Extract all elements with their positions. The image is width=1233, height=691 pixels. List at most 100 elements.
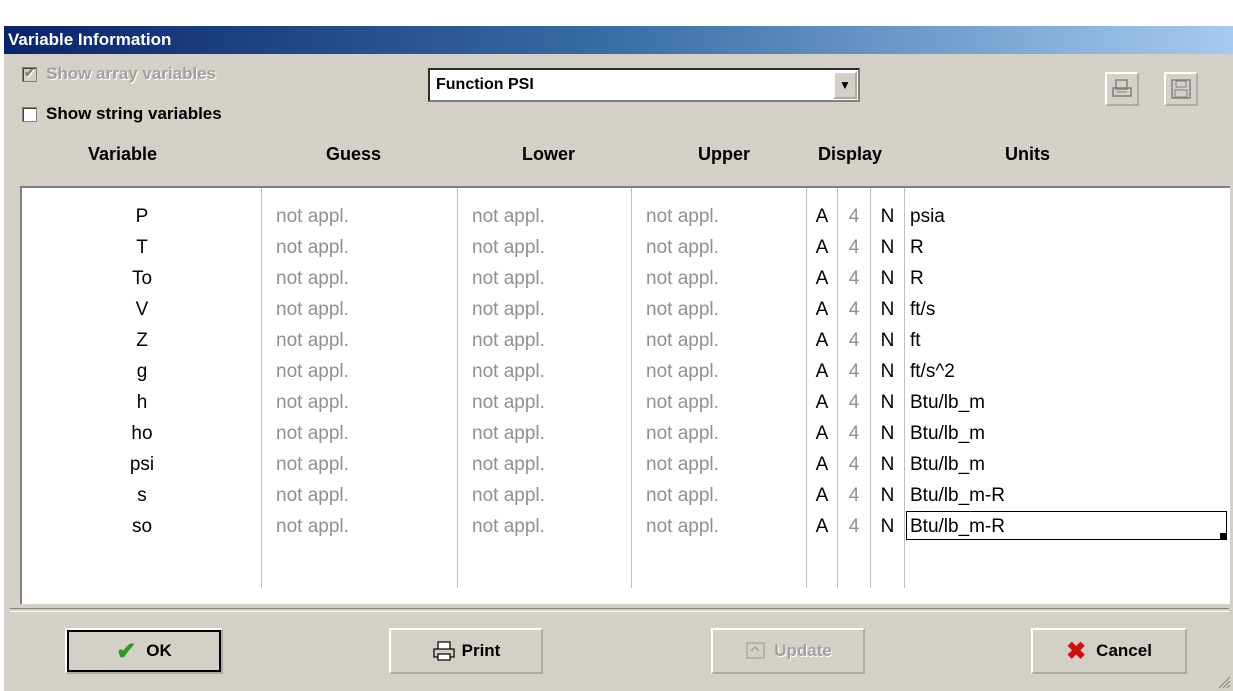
cell-guess[interactable]: not appl. (276, 387, 456, 418)
table-row[interactable]: ho not appl. not appl. not appl. A 4 N Btu/lb_m (22, 418, 1228, 449)
cell-display-units-flag[interactable]: N (871, 232, 904, 263)
cell-display-units-flag[interactable]: N (871, 294, 904, 325)
cell-variable[interactable]: g (22, 356, 262, 387)
cell-display-digits[interactable]: 4 (838, 356, 870, 387)
cell-display-digits[interactable]: 4 (838, 480, 870, 511)
table-row[interactable]: Pnot appl. not appl. not appl. A 4 Npsia (22, 201, 1228, 232)
table-row[interactable]: Znot appl. not appl. not appl. A 4 Nft (22, 325, 1228, 356)
cell-lower[interactable]: not appl. (472, 294, 632, 325)
cell-lower[interactable]: not appl. (472, 263, 632, 294)
cell-display-units-flag[interactable]: N (871, 387, 904, 418)
ok-button[interactable]: ✔ OK (65, 628, 223, 674)
cell-upper[interactable]: not appl. (646, 356, 806, 387)
update-button[interactable]: Update (711, 628, 865, 674)
cell-variable[interactable]: P (22, 201, 262, 232)
table-row[interactable]: s not appl. not appl. not appl. A 4 N Btu/lb_m-… (22, 480, 1228, 511)
cell-upper[interactable]: not appl. (646, 387, 806, 418)
cell-display-format[interactable]: A (807, 232, 837, 263)
cell-units[interactable]: ft/s^2 (910, 356, 1210, 387)
cell-display-format[interactable]: A (807, 418, 837, 449)
cell-variable[interactable]: s (22, 480, 262, 511)
table-row[interactable]: so not appl. not appl. not appl. A 4 N Btu/lb_m… (22, 511, 1228, 542)
cell-display-digits[interactable]: 4 (838, 418, 870, 449)
function-select[interactable]: Function PSI ▼ (428, 68, 860, 102)
cell-display-digits[interactable]: 4 (838, 511, 870, 542)
cell-display-digits[interactable]: 4 (838, 263, 870, 294)
resize-grip-icon[interactable] (1217, 675, 1231, 689)
show-array-checkbox[interactable]: ✔ Show array variables (22, 64, 216, 84)
save-button[interactable] (1164, 72, 1198, 106)
cell-units[interactable]: ft (910, 325, 1210, 356)
cell-units[interactable]: psia (910, 201, 1210, 232)
cell-variable[interactable]: V (22, 294, 262, 325)
cell-lower[interactable]: not appl. (472, 232, 632, 263)
cell-guess[interactable]: not appl. (276, 356, 456, 387)
cell-upper[interactable]: not appl. (646, 449, 806, 480)
dropdown-arrow-icon[interactable]: ▼ (833, 71, 857, 99)
cell-display-units-flag[interactable]: N (871, 263, 904, 294)
cell-display-digits[interactable]: 4 (838, 201, 870, 232)
cell-units[interactable]: Btu/lb_m (910, 418, 1210, 449)
cell-display-units-flag[interactable]: N (871, 418, 904, 449)
table-row[interactable]: Vnot appl. not appl. not appl. A 4 Nft/s (22, 294, 1228, 325)
print-preview-button[interactable] (1105, 72, 1139, 106)
cell-display-format[interactable]: A (807, 294, 837, 325)
cell-upper[interactable]: not appl. (646, 201, 806, 232)
cell-display-units-flag[interactable]: N (871, 325, 904, 356)
cell-upper[interactable]: not appl. (646, 294, 806, 325)
cell-guess[interactable]: not appl. (276, 480, 456, 511)
cell-display-digits[interactable]: 4 (838, 387, 870, 418)
cell-display-format[interactable]: A (807, 449, 837, 480)
cell-lower[interactable]: not appl. (472, 449, 632, 480)
cell-units[interactable]: Btu/lb_m-R (910, 480, 1210, 511)
table-row[interactable]: h not appl. not appl. not appl. A 4 N Btu/lb_m (22, 387, 1228, 418)
cell-display-format[interactable]: A (807, 387, 837, 418)
cell-upper[interactable]: not appl. (646, 263, 806, 294)
cell-variable[interactable]: psi (22, 449, 262, 480)
cell-display-format[interactable]: A (807, 201, 837, 232)
cell-display-digits[interactable]: 4 (838, 325, 870, 356)
print-button[interactable]: Print (389, 628, 543, 674)
cell-lower[interactable]: not appl. (472, 511, 632, 542)
cell-guess[interactable]: not appl. (276, 294, 456, 325)
cell-display-format[interactable]: A (807, 263, 837, 294)
cell-upper[interactable]: not appl. (646, 480, 806, 511)
cell-guess[interactable]: not appl. (276, 325, 456, 356)
cell-lower[interactable]: not appl. (472, 356, 632, 387)
cell-display-format[interactable]: A (807, 480, 837, 511)
cell-guess[interactable]: not appl. (276, 418, 456, 449)
cell-display-format[interactable]: A (807, 325, 837, 356)
cell-upper[interactable]: not appl. (646, 418, 806, 449)
cell-units[interactable]: Btu/lb_m (910, 449, 1210, 480)
cell-lower[interactable]: not appl. (472, 201, 632, 232)
cell-lower[interactable]: not appl. (472, 480, 632, 511)
cell-display-units-flag[interactable]: N (871, 356, 904, 387)
cell-variable[interactable]: so (22, 511, 262, 542)
table-row[interactable]: psi not appl. not appl. not appl. A 4 N Btu/lb_… (22, 449, 1228, 480)
cell-display-units-flag[interactable]: N (871, 449, 904, 480)
cell-guess[interactable]: not appl. (276, 201, 456, 232)
cell-upper[interactable]: not appl. (646, 232, 806, 263)
cell-guess[interactable]: not appl. (276, 511, 456, 542)
cell-display-units-flag[interactable]: N (871, 511, 904, 542)
title-bar[interactable]: Variable Information (4, 26, 1233, 54)
cell-guess[interactable]: not appl. (276, 232, 456, 263)
cell-units[interactable]: R (910, 232, 1210, 263)
cell-display-units-flag[interactable]: N (871, 480, 904, 511)
cell-display-digits[interactable]: 4 (838, 232, 870, 263)
cell-guess[interactable]: not appl. (276, 263, 456, 294)
cell-display-units-flag[interactable]: N (871, 201, 904, 232)
cell-lower[interactable]: not appl. (472, 325, 632, 356)
table-row[interactable]: To not appl. not appl. not appl. A 4 N R (22, 263, 1228, 294)
cell-lower[interactable]: not appl. (472, 418, 632, 449)
cell-display-digits[interactable]: 4 (838, 294, 870, 325)
cell-display-format[interactable]: A (807, 511, 837, 542)
cell-variable[interactable]: h (22, 387, 262, 418)
cell-units[interactable]: Btu/lb_m (910, 387, 1210, 418)
cell-lower[interactable]: not appl. (472, 387, 632, 418)
cell-units[interactable]: R (910, 263, 1210, 294)
cell-variable[interactable]: T (22, 232, 262, 263)
table-row[interactable]: Tnot appl. not appl. not appl. A 4 N R (22, 232, 1228, 263)
cell-units[interactable]: ft/s (910, 294, 1210, 325)
cell-variable[interactable]: Z (22, 325, 262, 356)
